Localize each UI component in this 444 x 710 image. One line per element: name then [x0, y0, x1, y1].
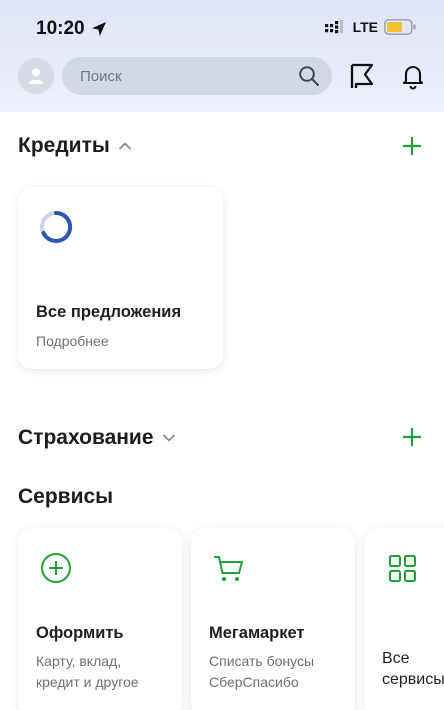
- insurance-section-header[interactable]: Страхование: [18, 426, 176, 450]
- insurance-title: Страхование: [18, 426, 154, 449]
- avatar[interactable]: [18, 58, 54, 94]
- plus-icon: [403, 428, 421, 446]
- service-title-all-1: Все: [382, 650, 410, 667]
- service-subtitle-apply-1: Карту, вклад,: [36, 653, 122, 669]
- bell-icon[interactable]: [399, 62, 427, 90]
- service-card-all[interactable]: Все сервисы: [364, 528, 444, 710]
- services-section-header: Сервисы: [18, 485, 113, 509]
- status-time: 10:20: [36, 18, 107, 40]
- signal-icon: [324, 20, 343, 34]
- flag-icon[interactable]: [348, 62, 376, 90]
- service-card-megamarket[interactable]: Мегамаркет Списать бонусы СберСпасибо: [191, 528, 355, 710]
- search-input[interactable]: Поиск: [62, 57, 332, 95]
- service-subtitle-megamarket-2: СберСпасибо: [209, 674, 299, 690]
- battery-icon: [384, 19, 416, 35]
- search-placeholder: Поиск: [80, 67, 122, 85]
- plus-icon: [403, 137, 421, 155]
- main-content: Кредиты Все предложения Подробнее Страхо…: [0, 112, 444, 710]
- service-subtitle-megamarket-1: Списать бонусы: [209, 653, 315, 669]
- credits-card-subtitle: Подробнее: [36, 333, 109, 349]
- service-title-all-2: сервисы: [382, 671, 444, 688]
- header-area: 10:20 LTE Поиск: [0, 0, 444, 112]
- status-time-text: 10:20: [36, 18, 85, 39]
- service-title-megamarket: Мегамаркет: [209, 624, 305, 642]
- network-label: LTE: [352, 19, 378, 35]
- service-subtitle-apply-2: кредит и другое: [36, 674, 139, 690]
- service-title-apply: Оформить: [36, 624, 124, 642]
- status-indicators: LTE: [324, 19, 416, 35]
- plus-circle-icon: [41, 553, 71, 583]
- credits-offers-card[interactable]: Все предложения Подробнее: [18, 187, 223, 369]
- location-arrow-icon: [91, 22, 106, 36]
- service-card-apply[interactable]: Оформить Карту, вклад, кредит и другое: [18, 528, 182, 710]
- insurance-add-button[interactable]: [400, 425, 424, 449]
- credits-title: Кредиты: [18, 134, 110, 157]
- chevron-up-icon: [118, 142, 131, 150]
- cart-icon: [214, 556, 243, 581]
- credits-card-title: Все предложения: [36, 303, 182, 321]
- user-icon: [28, 68, 44, 84]
- services-title: Сервисы: [18, 485, 114, 508]
- search-icon[interactable]: [298, 65, 320, 87]
- credits-section-header[interactable]: Кредиты: [18, 134, 132, 158]
- loading-spinner-icon: [40, 210, 73, 243]
- chevron-down-icon: [162, 434, 175, 442]
- credits-add-button[interactable]: [400, 134, 424, 158]
- grid-icon: [389, 555, 416, 582]
